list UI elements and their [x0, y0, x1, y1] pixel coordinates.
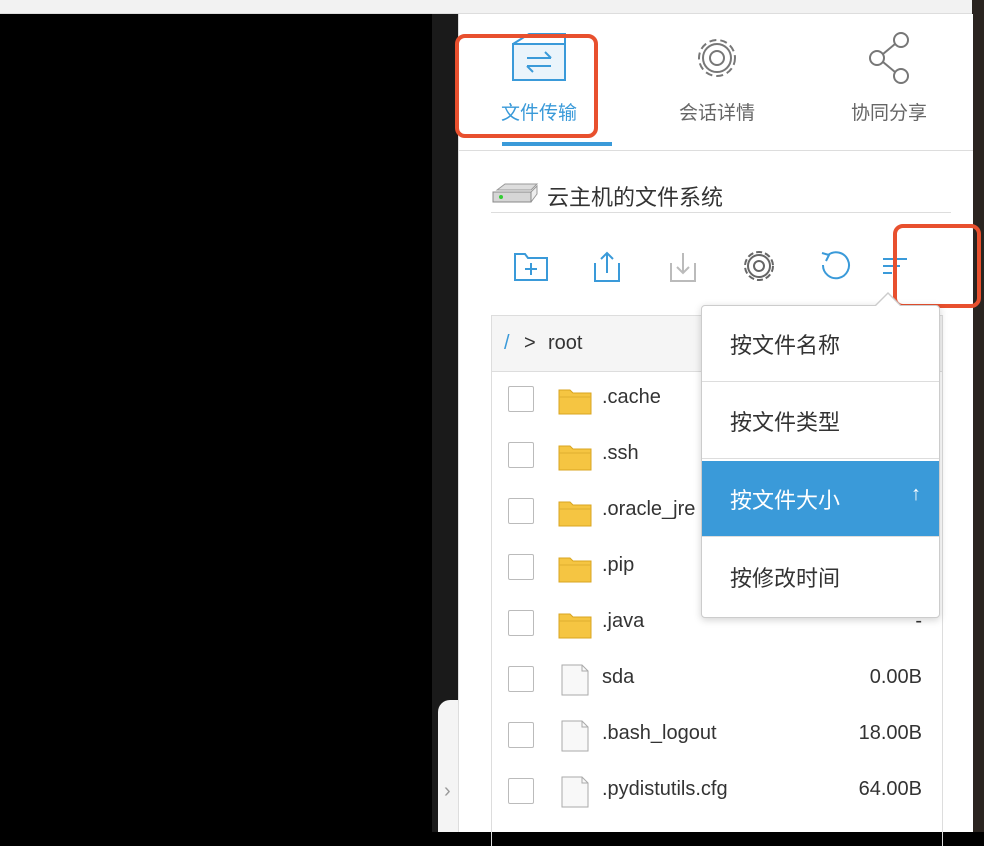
tab-bar: 文件传输 会话详情 协同分享 [455, 14, 973, 151]
collapse-panel-tab[interactable]: › [438, 700, 460, 832]
file-size: 0.00B [869, 666, 922, 688]
highlight-box [893, 224, 981, 308]
file-name[interactable]: .pydistutils.cfg [602, 778, 728, 801]
settings-button[interactable] [739, 246, 779, 286]
file-name[interactable]: .bash_logout [602, 722, 717, 745]
folder-icon [558, 445, 592, 471]
gear-icon [698, 39, 736, 77]
highlight-box [455, 34, 598, 138]
file-name[interactable]: sda [602, 666, 634, 689]
filesystem-title: 云主机的文件系统 [547, 185, 724, 210]
refresh-button[interactable] [815, 246, 855, 286]
active-tab-underline [502, 142, 612, 146]
top-bar [0, 0, 984, 14]
file-checkbox[interactable] [508, 386, 534, 412]
download-icon [670, 253, 696, 282]
file-row[interactable]: sda 0.00B [492, 652, 942, 708]
refresh-icon [821, 251, 850, 280]
tab-collaborative-share[interactable]: 协同分享 [819, 14, 959, 150]
filesystem-header: 云主机的文件系统 [491, 178, 951, 213]
breadcrumb-current[interactable]: root [548, 332, 582, 355]
sort-option-name[interactable]: 按文件名称 [702, 306, 939, 382]
new-folder-button[interactable] [511, 246, 551, 286]
tab-session-details[interactable]: 会话详情 [647, 14, 787, 150]
file-size: 64.00B [858, 778, 922, 800]
file-toolbar [491, 224, 981, 308]
sort-option-type[interactable]: 按文件类型 [702, 383, 939, 459]
new-folder-icon [514, 253, 548, 281]
tab-collaborative-share-label: 协同分享 [850, 103, 927, 124]
file-checkbox[interactable] [508, 722, 534, 748]
folder-icon [558, 389, 592, 415]
file-name[interactable]: .pip [602, 554, 634, 577]
sort-ascending-icon: ↑ [911, 483, 921, 505]
share-icon [869, 32, 909, 84]
upload-icon [594, 251, 620, 282]
sort-option-label: 按修改时间 [730, 566, 841, 591]
sort-option-modified-time[interactable]: 按修改时间 [702, 539, 939, 615]
sort-option-label: 按文件大小 [730, 488, 841, 513]
file-icon [561, 776, 589, 808]
folder-icon [558, 613, 592, 639]
settings-icon [744, 251, 774, 281]
chevron-right-icon: › [444, 780, 451, 802]
file-name[interactable]: .oracle_jre [602, 498, 695, 521]
remote-desktop-area[interactable] [0, 27, 432, 832]
file-row[interactable]: .bash_logout 18.00B [492, 708, 942, 764]
file-name[interactable]: .ssh [602, 442, 639, 465]
upload-button[interactable] [587, 246, 627, 286]
tab-session-details-label: 会话详情 [678, 103, 755, 124]
file-name[interactable]: .java [602, 610, 644, 633]
file-checkbox[interactable] [508, 666, 534, 692]
download-button[interactable] [663, 246, 703, 286]
sort-option-size[interactable]: 按文件大小 ↑ [702, 461, 939, 537]
folder-icon [558, 501, 592, 527]
sort-option-label: 按文件类型 [730, 410, 841, 435]
breadcrumb-root-link[interactable]: / [504, 332, 510, 355]
hard-disk-icon [492, 183, 539, 203]
file-size: 18.00B [858, 722, 922, 744]
file-checkbox[interactable] [508, 610, 534, 636]
file-name[interactable]: .cache [602, 386, 661, 409]
background-edge [972, 0, 984, 832]
file-icon [561, 664, 589, 696]
breadcrumb-separator: > [524, 332, 536, 354]
sort-menu: 按文件名称 按文件类型 按文件大小 ↑ 按修改时间 [701, 292, 940, 618]
file-row[interactable]: .pydistutils.cfg 64.00B [492, 764, 942, 820]
file-icon [561, 720, 589, 752]
file-checkbox[interactable] [508, 442, 534, 468]
file-checkbox[interactable] [508, 778, 534, 804]
file-checkbox[interactable] [508, 554, 534, 580]
sort-option-label: 按文件名称 [730, 333, 841, 358]
folder-icon [558, 557, 592, 583]
file-checkbox[interactable] [508, 498, 534, 524]
